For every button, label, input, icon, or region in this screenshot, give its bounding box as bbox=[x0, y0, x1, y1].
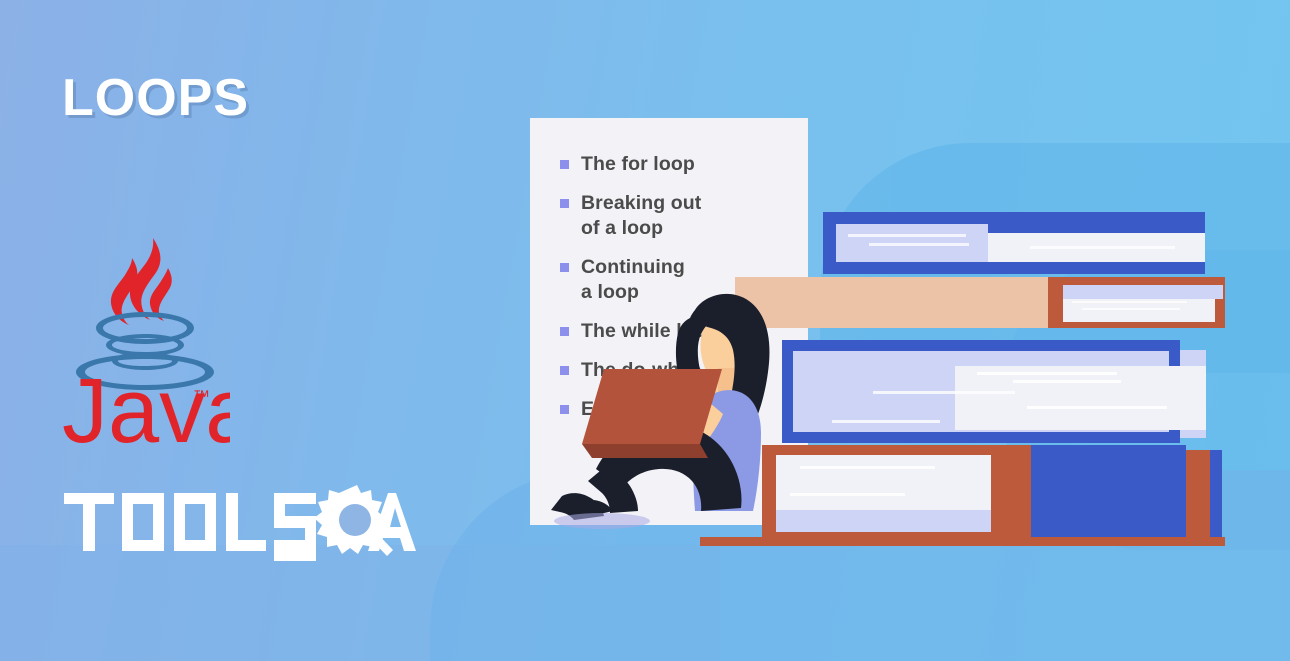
java-steam-icon bbox=[110, 238, 172, 325]
woman-with-laptop-illustration bbox=[551, 293, 770, 529]
book-page-line bbox=[869, 243, 969, 246]
book-page-line bbox=[1030, 246, 1175, 249]
book-page-line bbox=[1072, 301, 1187, 303]
book-page-line bbox=[1082, 308, 1180, 310]
svg-text:™: ™ bbox=[193, 387, 210, 406]
java-logo: Java ™ bbox=[62, 238, 230, 447]
toolsqa-wordmark-tools bbox=[64, 493, 316, 561]
book-spine-terracotta bbox=[1186, 450, 1210, 540]
book-pages-blue bbox=[1063, 285, 1223, 299]
book-page-line bbox=[832, 420, 940, 423]
toolsqa-logo[interactable] bbox=[62, 483, 417, 561]
bullet-icon bbox=[560, 160, 569, 169]
loops-banner: LOOPS Java ™ bbox=[0, 0, 1290, 661]
list-item: Breaking out of a loop bbox=[560, 191, 820, 241]
java-wordmark: Java ™ bbox=[62, 360, 230, 447]
book-bottom-blue-cover bbox=[1159, 445, 1186, 540]
page-title: LOOPS bbox=[62, 69, 250, 127]
book-spine-terracotta bbox=[1007, 445, 1031, 540]
book-page-line bbox=[848, 234, 966, 237]
book-page-line bbox=[873, 391, 1015, 394]
laptop-base bbox=[582, 444, 708, 458]
list-item: The for loop bbox=[560, 152, 820, 177]
book-page-line bbox=[1027, 406, 1167, 409]
book-mid-pages-white bbox=[955, 366, 1206, 430]
bullet-icon bbox=[560, 199, 569, 208]
list-item-label: The for loop bbox=[581, 153, 695, 175]
book-bottom-blue-cover bbox=[1210, 450, 1222, 540]
book-page-line bbox=[977, 372, 1117, 375]
woman-shadow bbox=[554, 513, 650, 529]
bullet-icon bbox=[560, 263, 569, 272]
book-page-line bbox=[1013, 380, 1121, 383]
list-item-label: Breaking out of a loop bbox=[581, 192, 702, 239]
laptop-screen bbox=[582, 369, 722, 444]
